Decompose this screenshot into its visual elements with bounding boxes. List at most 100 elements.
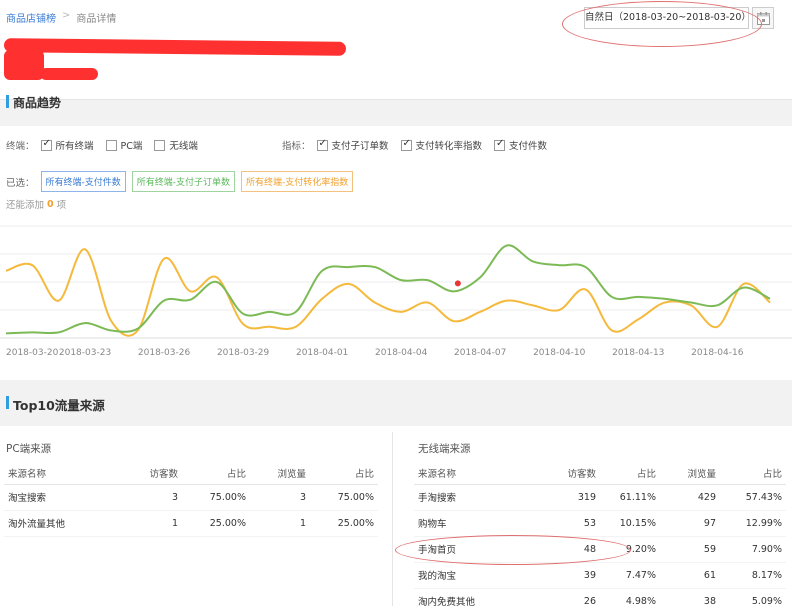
selected-tag-conversion[interactable]: 所有终端-支付转化率指数 (241, 171, 354, 192)
table-cell: 26 (524, 588, 600, 606)
column-header: 访客数 (524, 462, 600, 485)
x-tick-label: 2018-04-13 (612, 348, 664, 358)
table-cell: 75.00% (310, 484, 378, 511)
selected-tag-units[interactable]: 所有终端-支付件数 (40, 171, 126, 192)
trend-section-title: 商品趋势 (6, 94, 61, 111)
x-tick-label: 2018-03-29 (217, 348, 270, 358)
checkbox-box[interactable] (105, 139, 117, 151)
table-cell: 57.43% (720, 484, 786, 511)
selected-metrics: 已选： 所有终端-支付件数 所有终端-支付子订单数 所有终端-支付转化率指数 (6, 171, 359, 192)
checkbox-box[interactable] (40, 138, 52, 151)
metric-checkbox-0[interactable]: 支付子订单数 (316, 138, 389, 152)
series-line-0[interactable] (5, 248, 771, 337)
table-row[interactable]: 手淘首页 48 9.20% 59 7.90% (414, 536, 786, 563)
table-row[interactable]: 我的淘宝 39 7.47% 61 8.17% (414, 562, 786, 589)
column-header: 浏览量 (660, 462, 720, 485)
metric-label: 指标： (282, 141, 311, 152)
remaining-hint: 还能添加 0 项 (6, 197, 67, 212)
table-cell: 319 (524, 484, 600, 511)
metric-checkbox-label: 支付转化率指数 (415, 141, 483, 152)
terminal-checkbox-2[interactable]: 无线端 (154, 138, 198, 152)
table-cell: 97 (660, 510, 720, 537)
metric-checkbox-label: 支付件数 (509, 141, 548, 152)
table-row[interactable]: 淘内免费其他 26 4.98% 38 5.09% (414, 588, 786, 606)
wireless-sources-table: 来源名称 访客数 占比 浏览量 占比 手淘搜索 319 61.11% 429 57.43% 购物车… (414, 462, 786, 606)
table-cell: 39 (524, 562, 600, 589)
x-tick-label: 2018-03-20 (6, 348, 59, 358)
remaining-count: 0 (47, 198, 54, 210)
wireless-sources-title: 无线端来源 (418, 443, 471, 455)
column-header: 占比 (720, 462, 786, 485)
x-tick-label: 2018-04-01 (296, 348, 348, 358)
x-tick-label: 2018-04-16 (691, 348, 744, 358)
table-cell: 4.98% (600, 588, 660, 606)
series-line-1[interactable] (5, 244, 771, 335)
table-cell: 75.00% (182, 484, 250, 511)
table-cell: 429 (660, 484, 720, 511)
terminal-checkbox-0[interactable]: 所有终端 (40, 138, 94, 152)
table-cell: 手淘首页 (414, 536, 524, 563)
hover-marker (454, 280, 461, 287)
breadcrumb-separator: > (62, 10, 71, 21)
checkbox-box[interactable] (494, 138, 506, 151)
table-row[interactable]: 手淘搜索 319 61.11% 429 57.43% (414, 484, 786, 511)
pc-sources-title: PC端来源 (6, 443, 52, 455)
metric-filter: 指标： 支付子订单数 支付转化率指数 支付件数 (282, 138, 559, 153)
metric-checkbox-1[interactable]: 支付转化率指数 (400, 138, 483, 152)
column-header: 访客数 (114, 462, 182, 485)
table-row[interactable]: 购物车 53 10.15% 97 12.99% (414, 510, 786, 537)
traffic-section-header (0, 380, 792, 426)
table-cell: 12.99% (720, 510, 786, 537)
x-tick-label: 2018-04-10 (533, 348, 586, 358)
remaining-suffix: 项 (56, 200, 67, 211)
trend-chart[interactable]: 2018-03-20 2018-03-23 2018-03-26 2018-03-29… (0, 218, 792, 360)
panel-divider (392, 432, 393, 606)
column-header: 占比 (600, 462, 660, 485)
table-row[interactable]: 淘宝搜索 3 75.00% 3 75.00% (4, 484, 378, 511)
column-header: 来源名称 (414, 462, 524, 485)
column-header: 占比 (310, 462, 378, 485)
x-tick-label: 2018-04-07 (454, 348, 506, 358)
table-cell: 淘内免费其他 (414, 588, 524, 606)
table-cell: 8.17% (720, 562, 786, 589)
table-cell: 61 (660, 562, 720, 589)
table-cell: 3 (114, 484, 182, 511)
table-cell: 61.11% (600, 484, 660, 511)
date-range-picker[interactable]: 自然日（2018-03-20~2018-03-20） (584, 7, 751, 29)
metric-checkbox-label: 支付子订单数 (331, 141, 389, 152)
x-tick-label: 2018-04-04 (375, 348, 428, 358)
column-header: 占比 (182, 462, 250, 485)
calendar-icon (757, 12, 770, 25)
table-cell: 7.90% (720, 536, 786, 563)
checkbox-box[interactable] (154, 139, 166, 151)
terminal-filter: 终端： 所有终端 PC端 无线端 (6, 138, 210, 153)
table-cell: 1 (114, 510, 182, 537)
checkbox-box[interactable] (316, 138, 328, 151)
selected-tag-suborders[interactable]: 所有终端-支付子订单数 (131, 171, 236, 192)
column-header: 来源名称 (4, 462, 114, 485)
x-tick-label: 2018-03-26 (138, 348, 191, 358)
breadcrumb: 商品店铺榜 > 商品详情 (6, 10, 116, 25)
metric-checkbox-2[interactable]: 支付件数 (494, 138, 547, 152)
table-cell: 9.20% (600, 536, 660, 563)
column-header: 浏览量 (250, 462, 310, 485)
terminal-checkbox-label: 所有终端 (55, 141, 94, 152)
redaction-mark (40, 68, 98, 80)
table-cell: 25.00% (310, 510, 378, 537)
table-cell: 25.00% (182, 510, 250, 537)
terminal-checkbox-1[interactable]: PC端 (105, 138, 142, 152)
breadcrumb-home-link[interactable]: 商品店铺榜 (6, 10, 56, 25)
table-cell: 淘宝搜索 (4, 484, 114, 511)
table-row[interactable]: 淘外流量其他 1 25.00% 1 25.00% (4, 510, 378, 537)
redaction-mark (4, 50, 44, 80)
table-cell: 48 (524, 536, 600, 563)
table-cell: 5.09% (720, 588, 786, 606)
pc-sources-table: 来源名称 访客数 占比 浏览量 占比 淘宝搜索 3 75.00% 3 75.00% 淘外流量其他 1… (4, 462, 378, 537)
table-cell: 手淘搜索 (414, 484, 524, 511)
table-cell: 购物车 (414, 510, 524, 537)
checkbox-box[interactable] (400, 138, 412, 151)
calendar-button[interactable] (752, 7, 774, 29)
traffic-section-title: Top10流量来源 (6, 395, 105, 414)
table-cell: 1 (250, 510, 310, 537)
table-cell: 10.15% (600, 510, 660, 537)
